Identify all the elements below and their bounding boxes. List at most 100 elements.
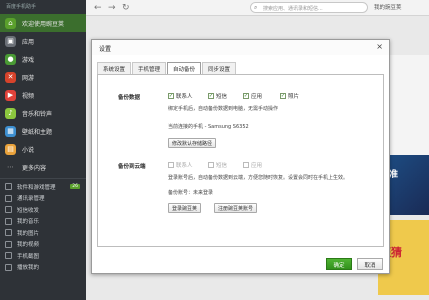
sub-label: 通讯录管理 (17, 196, 45, 203)
sub-item-contacts[interactable]: 通讯录管理 (0, 193, 86, 205)
home-icon: ⌂ (5, 17, 16, 29)
top-bar: ← → ↻ ⌕ 搜索应用、通讯录和短信... 我的豌豆荚 (86, 0, 429, 16)
login-button[interactable]: 登录豌豆荚 (168, 203, 202, 213)
sms-icon (5, 206, 12, 214)
sub-item-videos[interactable]: 我的视频 (0, 239, 86, 251)
tab-system[interactable]: 系统设置 (97, 62, 132, 74)
divider (0, 178, 86, 179)
video-icon: ▶ (5, 89, 16, 101)
back-arrow-icon[interactable]: ← (94, 3, 102, 13)
film-icon (5, 240, 12, 248)
nav-item-netgame[interactable]: ✕ 网游 (0, 68, 86, 86)
backup-label: 备份数据 (118, 95, 141, 101)
backup-sms-checkbox[interactable]: ✓ 短信 (208, 92, 227, 100)
contacts-icon (5, 194, 12, 202)
nav-item-games[interactable]: ● 游戏 (0, 50, 86, 68)
close-icon[interactable]: × (376, 42, 383, 51)
cloud-apps-checkbox[interactable]: 应用 (243, 161, 262, 169)
sub-item-play[interactable]: 播放我的 (0, 262, 86, 274)
cancel-button[interactable]: 取消 (357, 258, 383, 270)
wallpaper-icon: ▦ (5, 125, 16, 137)
backup-apps-checkbox[interactable]: ✓ 应用 (243, 92, 262, 100)
nav-label: 小说 (22, 146, 35, 154)
checkbox-label: 应用 (251, 163, 263, 169)
sub-label: 我的音乐 (17, 219, 40, 226)
app-icon: ▣ (5, 35, 16, 47)
checkbox-label: 联系人 (176, 94, 193, 100)
check-icon: ✓ (208, 93, 214, 99)
sub-label: 手机截图 (17, 253, 40, 260)
checkbox-label: 联系人 (176, 163, 193, 169)
sub-label: 我的图片 (17, 230, 40, 237)
settings-dialog: 设置 × 系统设置 手机管理 自动备份 同步设置 备份数据 ✓ 联系人 ✓ 短信… (91, 39, 390, 274)
search-icon: ⌕ (254, 4, 258, 11)
checkbox-label: 短信 (216, 94, 228, 100)
cloud-contacts-checkbox[interactable]: 联系人 (168, 161, 193, 169)
sub-label: 我的视频 (17, 242, 40, 249)
nav-label: 壁纸和主题 (22, 128, 53, 136)
picture-icon (5, 229, 12, 237)
checkbox-label: 短信 (216, 163, 228, 169)
app-logo: 百度手机助手 (6, 4, 37, 10)
device-info: 当前连接的手机 - Samsung S6352 (168, 124, 249, 130)
count-badge: 26 (70, 184, 80, 190)
nav-label: 应用 (22, 38, 35, 46)
sub-label: 播放我的 (17, 265, 40, 272)
nav-label: 更多内容 (22, 164, 47, 172)
backup-contacts-checkbox[interactable]: ✓ 联系人 (168, 92, 193, 100)
check-icon: ✓ (243, 93, 249, 99)
cloud-description: 登录账号后，自动备份数据到云端，方便您随时恢复。设置会同时在手机上生效。 (168, 175, 349, 181)
tab-phone[interactable]: 手机管理 (132, 62, 167, 74)
app-manage-icon (5, 183, 12, 191)
nav-item-wallpaper[interactable]: ▦ 壁纸和主题 (0, 122, 86, 140)
search-placeholder: 搜索应用、通讯录和短信... (263, 6, 323, 12)
music-icon: ♪ (5, 107, 16, 119)
my-wandoujia-link[interactable]: 我的豌豆荚 (374, 3, 402, 11)
dialog-title: 设置 (92, 40, 389, 55)
netgame-icon: ✕ (5, 71, 16, 83)
tab-sync[interactable]: 同步设置 (202, 62, 237, 74)
sub-item-screenshot[interactable]: 手机截图 (0, 250, 86, 262)
nav-item-music[interactable]: ♪ 音乐和铃声 (0, 104, 86, 122)
backup-photos-checkbox[interactable]: ✓ 照片 (280, 92, 299, 100)
sidebar: 百度手机助手 ⌂ 欢迎使用豌豆荚 ▣ 应用 ● 游戏 ✕ 网游 ▶ 视频 ♪ 音… (0, 0, 86, 300)
checkbox-label: 照片 (288, 94, 300, 100)
nav-label: 网游 (22, 74, 35, 82)
check-icon: ✓ (168, 93, 174, 99)
check-icon: ✓ (280, 93, 286, 99)
forward-arrow-icon[interactable]: → (108, 3, 116, 13)
checkbox-label: 应用 (251, 94, 263, 100)
tab-panel: 备份数据 ✓ 联系人 ✓ 短信 ✓ 应用 ✓ 照片 绑定手机后，自动备份数据到电… (97, 74, 384, 247)
nav-label: 音乐和铃声 (22, 110, 53, 118)
sub-item-music[interactable]: 我的音乐 (0, 216, 86, 228)
account-status: 备份账号：未来登录 (168, 190, 214, 196)
sub-label: 短信收发 (17, 207, 40, 214)
sub-item-app-manage[interactable]: 软件和游戏管理 26 (0, 181, 86, 193)
nav-item-apps[interactable]: ▣ 应用 (0, 32, 86, 50)
search-input[interactable]: ⌕ 搜索应用、通讯录和短信... (250, 2, 368, 13)
nav-item-books[interactable]: ▤ 小说 (0, 140, 86, 158)
book-icon: ▤ (5, 143, 16, 155)
cloud-label: 备份到云端 (118, 164, 146, 170)
nav-label: 欢迎使用豌豆荚 (22, 20, 65, 28)
nav-item-welcome[interactable]: ⌂ 欢迎使用豌豆荚 (0, 14, 86, 32)
nav-label: 游戏 (22, 56, 35, 64)
game-icon: ● (5, 53, 16, 65)
music-note-icon (5, 217, 12, 225)
cloud-sms-checkbox[interactable]: 短信 (208, 161, 227, 169)
tab-backup[interactable]: 自动备份 (167, 62, 202, 74)
change-path-button[interactable]: 修改默认存储路径 (168, 138, 217, 148)
sub-label: 软件和游戏管理 (17, 184, 56, 191)
nav-item-video[interactable]: ▶ 视频 (0, 86, 86, 104)
ok-button[interactable]: 确定 (326, 258, 352, 270)
register-button[interactable]: 注册豌豆荚账号 (214, 203, 258, 213)
sub-item-pictures[interactable]: 我的图片 (0, 227, 86, 239)
sub-item-sms[interactable]: 短信收发 (0, 204, 86, 216)
nav-item-more[interactable]: ⋯ 更多内容 (0, 158, 86, 176)
screenshot-icon (5, 252, 12, 260)
dialog-tabs: 系统设置 手机管理 自动备份 同步设置 (97, 62, 237, 74)
refresh-icon[interactable]: ↻ (122, 3, 130, 13)
nav-label: 视频 (22, 92, 35, 100)
more-icon: ⋯ (7, 163, 14, 171)
backup-description: 绑定手机后，自动备份数据到电脑，无需手动操作 (168, 106, 279, 112)
